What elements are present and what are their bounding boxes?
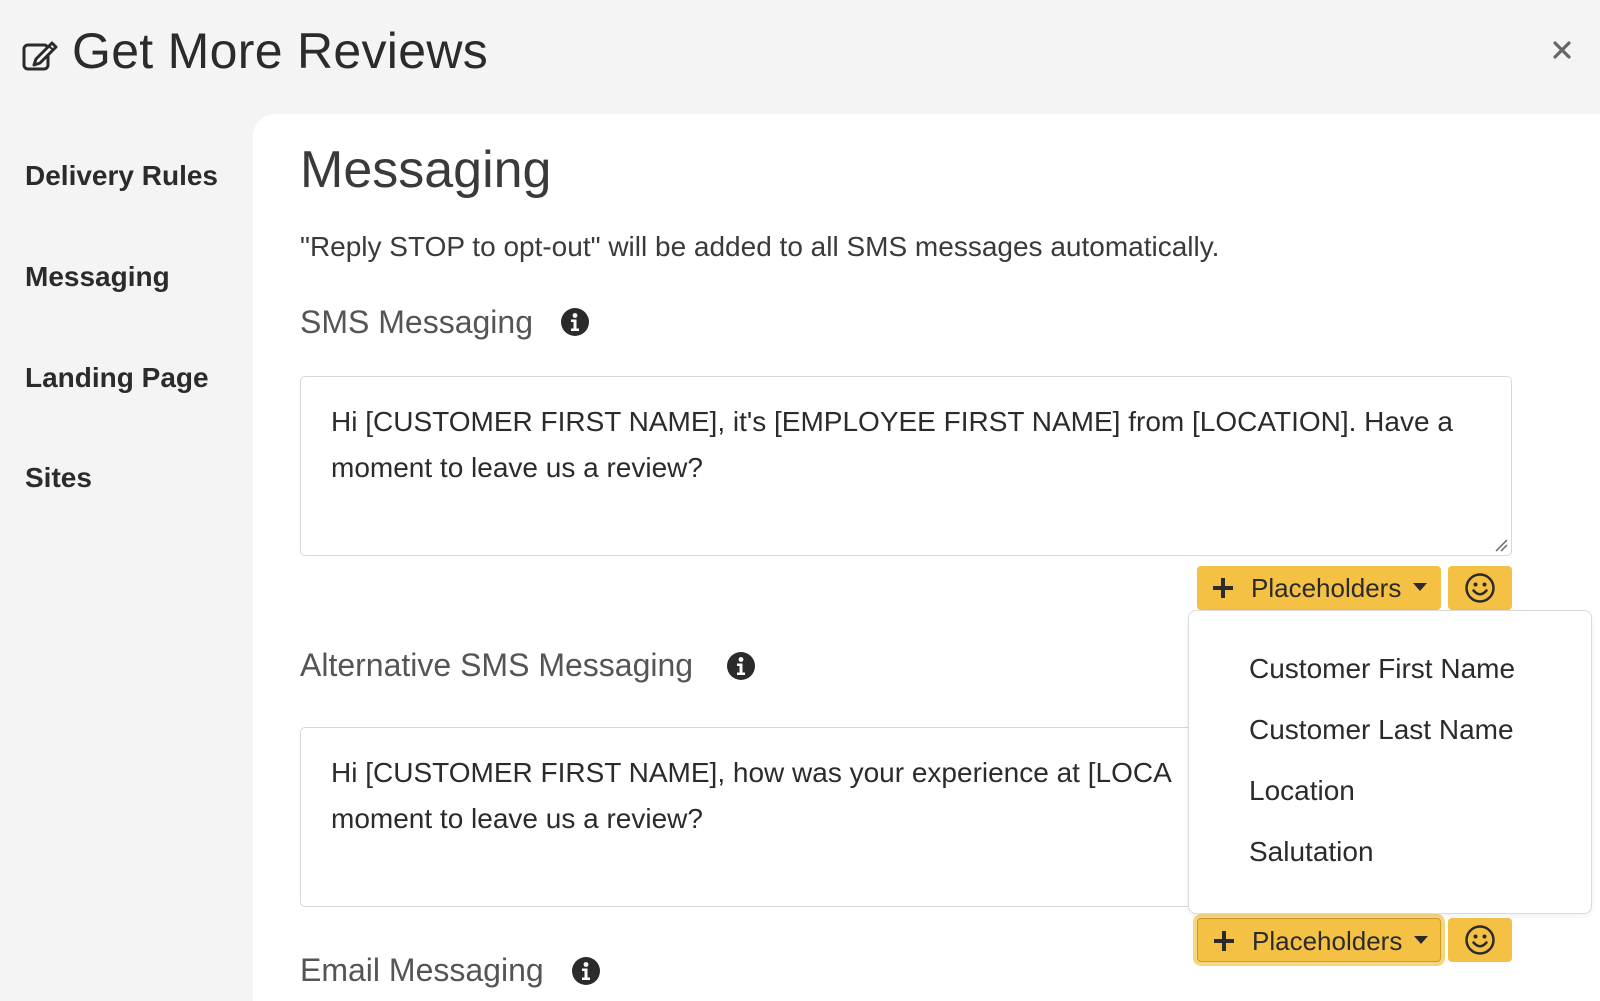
email-messaging-label: Email Messaging	[300, 952, 544, 988]
close-icon[interactable]	[1548, 36, 1576, 64]
info-icon[interactable]	[726, 651, 756, 681]
section-title: Messaging	[300, 141, 552, 199]
dropdown-option-customer-first-name[interactable]: Customer First Name	[1249, 653, 1515, 685]
alt-sms-messaging-label: Alternative SMS Messaging	[300, 647, 694, 683]
sms-message-text: Hi [CUSTOMER FIRST NAME], it's [EMPLOYEE…	[331, 406, 1453, 483]
placeholders-dropdown-menu: Customer First Name Customer Last Name L…	[1188, 610, 1592, 914]
placeholders-button-label: Placeholders	[1251, 573, 1402, 603]
dropdown-option-salutation[interactable]: Salutation	[1249, 836, 1374, 868]
sms-message-textarea[interactable]: Hi [CUSTOMER FIRST NAME], it's [EMPLOYEE…	[300, 376, 1512, 556]
caret-down-icon	[1413, 583, 1427, 591]
info-icon[interactable]	[560, 307, 590, 337]
sidebar-item-landing-page[interactable]: Landing Page	[25, 362, 209, 394]
sms-messaging-label: SMS Messaging	[300, 304, 533, 340]
dropdown-option-location[interactable]: Location	[1249, 775, 1355, 807]
emoji-button[interactable]	[1448, 566, 1512, 610]
dropdown-option-customer-last-name[interactable]: Customer Last Name	[1249, 714, 1514, 746]
placeholders-button-label: Placeholders	[1252, 926, 1403, 956]
modal-header: Get More Reviews	[0, 0, 1600, 110]
smiley-icon	[1465, 573, 1495, 603]
placeholders-button[interactable]: Placeholders	[1197, 566, 1441, 610]
info-icon[interactable]	[571, 956, 601, 986]
sidebar-item-messaging[interactable]: Messaging	[25, 261, 170, 293]
sidebar-item-delivery-rules[interactable]: Delivery Rules	[25, 160, 218, 192]
opt-out-note: "Reply STOP to opt-out" will be added to…	[300, 231, 1220, 262]
emoji-button[interactable]	[1448, 918, 1512, 962]
modal-title: Get More Reviews	[72, 23, 489, 79]
caret-down-icon	[1414, 936, 1428, 944]
edit-icon	[22, 41, 58, 71]
resize-grip-icon[interactable]	[1494, 538, 1508, 552]
placeholders-button[interactable]: Placeholders	[1197, 918, 1441, 962]
plus-icon	[1214, 931, 1234, 951]
plus-icon	[1213, 578, 1233, 598]
smiley-icon	[1465, 925, 1495, 955]
sidebar-item-sites[interactable]: Sites	[25, 462, 92, 494]
